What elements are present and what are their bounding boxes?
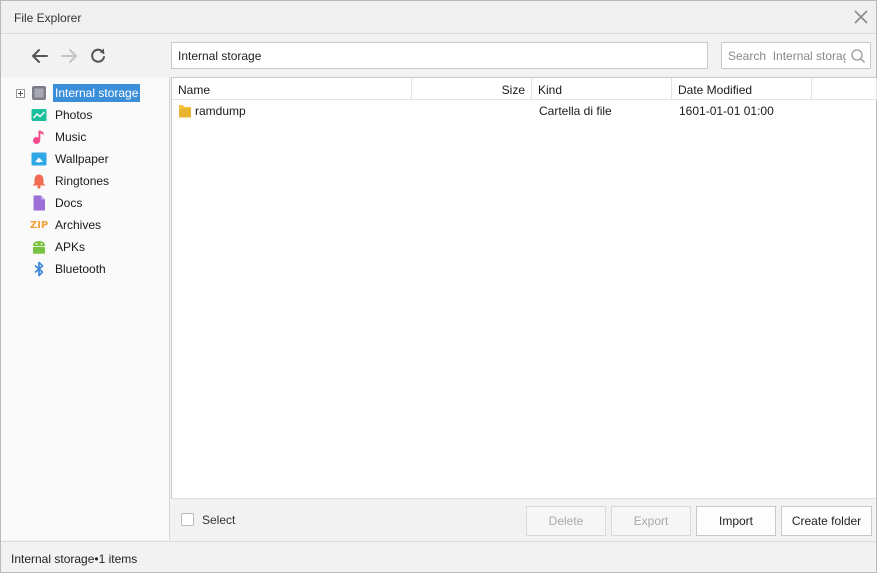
- archives-icon: ZIP: [29, 219, 49, 231]
- back-button[interactable]: [29, 45, 51, 67]
- action-bar: Select Delete Export Import Create folde…: [171, 498, 876, 541]
- status-bar: Internal storage•1 items: [1, 541, 876, 572]
- title-bar: File Explorer: [1, 1, 876, 34]
- ringtones-icon: [31, 173, 47, 189]
- expand-internal-storage-toggle[interactable]: [16, 89, 25, 98]
- delete-button[interactable]: Delete: [526, 506, 606, 536]
- sidebar-item-internal-storage[interactable]: Internal storage: [31, 83, 141, 103]
- sidebar-item-music[interactable]: Music: [31, 127, 88, 147]
- table-row[interactable]: ramdump Cartella di file 1601-01-01 01:0…: [172, 101, 872, 121]
- sidebar-item-label: Photos: [55, 108, 93, 122]
- sidebar-item-archives[interactable]: ZIP Archives: [29, 215, 103, 235]
- search-icon[interactable]: [850, 48, 866, 64]
- sidebar-item-label: Docs: [55, 196, 83, 210]
- close-button[interactable]: [852, 8, 870, 26]
- close-icon: [854, 10, 868, 24]
- export-button[interactable]: Export: [611, 506, 691, 536]
- photos-icon: [31, 107, 47, 123]
- sidebar-item-label: Internal storage: [53, 84, 141, 102]
- column-header-name[interactable]: Name: [172, 78, 412, 100]
- sidebar-item-wallpaper[interactable]: Wallpaper: [31, 149, 111, 169]
- forward-arrow-icon: [61, 49, 77, 63]
- search-box[interactable]: [721, 42, 871, 69]
- file-explorer-window: File Explorer Internal storage Search In…: [0, 0, 877, 573]
- address-bar[interactable]: Internal storage: [171, 42, 708, 69]
- sidebar-tree: Internal storage Photos Music Wallpaper: [1, 77, 170, 540]
- music-icon: [31, 129, 47, 145]
- docs-icon: [31, 195, 47, 211]
- sidebar-item-label: Bluetooth: [55, 262, 106, 276]
- sidebar-item-label: Wallpaper: [55, 152, 109, 166]
- file-name: ramdump: [195, 104, 246, 118]
- back-arrow-icon: [32, 49, 48, 63]
- sidebar-item-label: Ringtones: [55, 174, 110, 188]
- sidebar-item-label: APKs: [55, 240, 86, 254]
- column-header-date-modified[interactable]: Date Modified: [672, 78, 812, 100]
- search-input[interactable]: [722, 43, 846, 68]
- window-title: File Explorer: [14, 11, 82, 25]
- file-list: Name Size Kind Date Modified ramdump Car…: [171, 77, 877, 498]
- wallpaper-icon: [31, 151, 47, 167]
- column-header-size[interactable]: Size: [412, 78, 532, 100]
- toolbar: Internal storage: [1, 35, 876, 77]
- forward-button[interactable]: [58, 45, 80, 67]
- apks-icon: [31, 239, 47, 255]
- bluetooth-icon: [31, 261, 47, 277]
- sidebar-item-label: Music: [55, 130, 87, 144]
- refresh-button[interactable]: [87, 45, 109, 67]
- sidebar-item-ringtones[interactable]: Ringtones: [31, 171, 111, 191]
- import-button[interactable]: Import: [696, 506, 776, 536]
- file-kind: Cartella di file: [539, 104, 612, 118]
- sidebar-item-docs[interactable]: Docs: [31, 193, 84, 213]
- select-all-checkbox[interactable]: [181, 513, 194, 526]
- column-header-empty: [812, 78, 877, 100]
- folder-icon: [178, 103, 192, 122]
- refresh-icon: [91, 48, 105, 63]
- status-text: Internal storage•1 items: [11, 552, 138, 566]
- sidebar-item-label: Archives: [55, 218, 102, 232]
- sidebar-item-bluetooth[interactable]: Bluetooth: [31, 259, 108, 279]
- select-label: Select: [202, 513, 236, 527]
- sidebar-item-photos[interactable]: Photos: [31, 105, 94, 125]
- internal-storage-icon: [31, 85, 47, 101]
- column-header-kind[interactable]: Kind: [532, 78, 672, 100]
- sidebar-item-apks[interactable]: APKs: [31, 237, 87, 257]
- create-folder-button[interactable]: Create folder: [781, 506, 872, 536]
- file-date-modified: 1601-01-01 01:00: [679, 104, 774, 118]
